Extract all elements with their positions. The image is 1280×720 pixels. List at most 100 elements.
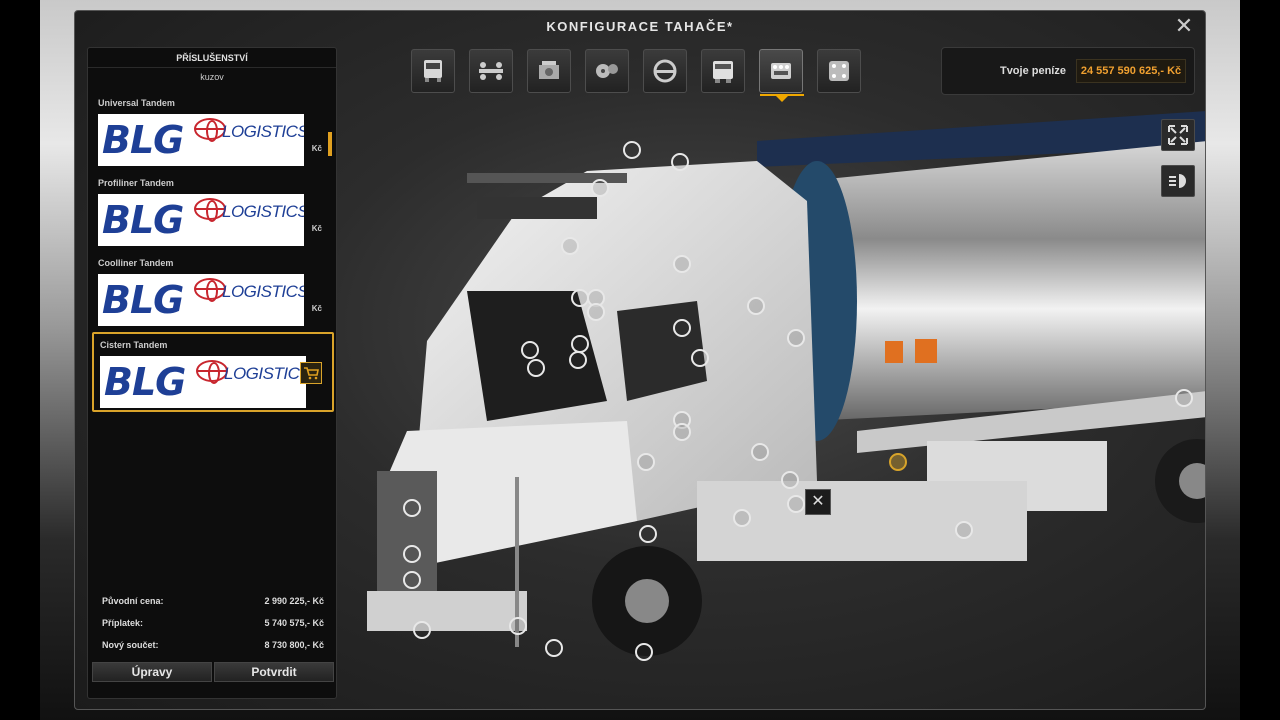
hotspot-bumper-1[interactable]: [413, 621, 431, 639]
item-name: Profiliner Tandem: [98, 178, 174, 188]
letterbox-left: [0, 0, 40, 720]
item-thumbnail: BLG LOGISTICS: [98, 274, 304, 326]
fullscreen-button[interactable]: [1161, 119, 1195, 151]
logo-main: BLG: [102, 198, 184, 242]
hotspot-roof-bar[interactable]: [591, 179, 609, 197]
remove-accessory-button[interactable]: ✕: [805, 489, 831, 515]
tool-chassis[interactable]: [469, 49, 513, 93]
list-item[interactable]: Profiliner Tandem BLG LOGISTICS Kč: [92, 172, 334, 252]
price-value: 5 740 575,- Kč: [264, 618, 324, 628]
logo-main: BLG: [102, 118, 184, 162]
cab-front-icon: [424, 60, 442, 82]
hotspot-windscreen-3[interactable]: [587, 303, 605, 321]
truck-render: [367, 111, 1205, 656]
hotspot-wheel[interactable]: [635, 643, 653, 661]
tool-interior-accessories[interactable]: [817, 49, 861, 93]
item-price: Kč: [311, 224, 322, 233]
hotspot-sunvisor[interactable]: [561, 237, 579, 255]
hotspot-wheel-arch[interactable]: [639, 525, 657, 543]
confirm-button[interactable]: Potvrdit: [214, 662, 334, 682]
edit-button[interactable]: Úpravy: [92, 662, 212, 682]
hotspot-chassis-2[interactable]: [733, 509, 751, 527]
tool-cabin-interior[interactable]: [643, 49, 687, 93]
money-panel: Tvoje peníze 24 557 590 625,- Kč: [941, 47, 1195, 95]
accessories-panel: PŘÍSLUŠENSTVÍ kuzov Universal Tandem BLG…: [87, 47, 337, 699]
price-label: Původní cena:: [102, 596, 164, 606]
tool-paint[interactable]: [701, 49, 745, 93]
list-item-selected[interactable]: Cistern Tandem BLG LOGISTICS: [92, 332, 334, 412]
hotspot-trailer-1[interactable]: [1175, 389, 1193, 407]
item-thumbnail: BLG LOGISTICS: [98, 194, 304, 246]
headlight-icon: [1169, 174, 1186, 188]
logo-sub: LOGISTICS: [222, 282, 304, 301]
logo-main: BLG: [102, 278, 184, 322]
tool-accessories[interactable]: [759, 49, 804, 102]
price-label: Příplatek:: [102, 618, 144, 628]
hotspot-chassis-1[interactable]: [787, 495, 805, 513]
hotspot-dash-4[interactable]: [527, 359, 545, 377]
chassis-icon: [479, 62, 503, 80]
hotspot-grille-2[interactable]: [403, 545, 421, 563]
logo-sub: LOGISTICS: [224, 364, 306, 383]
close-icon[interactable]: ✕: [1173, 15, 1195, 37]
price-value: 2 990 225,- Kč: [264, 596, 324, 606]
logo-sub: LOGISTICS: [222, 122, 304, 141]
price-summary: Původní cena: 2 990 225,- Kč Příplatek: …: [102, 590, 324, 656]
hotspot-grille-3[interactable]: [403, 571, 421, 589]
window-title: KONFIGURACE TAHAČE*: [546, 19, 734, 34]
interior-accessories-icon: [829, 61, 849, 81]
truck-config-window: KONFIGURACE TAHAČE* ✕ ✕ Tvoje peníze 24 …: [74, 10, 1206, 710]
engine-icon: [539, 61, 559, 79]
logo-main: BLG: [104, 360, 186, 404]
hotspot-roof-lights[interactable]: [623, 141, 641, 159]
hotspot-cab-top[interactable]: [673, 255, 691, 273]
cart-icon[interactable]: [300, 362, 322, 384]
hotspot-door[interactable]: [787, 329, 805, 347]
cabin-interior-icon: [653, 59, 677, 83]
item-name: Universal Tandem: [98, 98, 175, 108]
item-name: Coolliner Tandem: [98, 258, 174, 268]
item-thumbnail: BLG LOGISTICS: [100, 356, 306, 408]
list-item[interactable]: Universal Tandem BLG LOGISTICS Kč: [92, 92, 334, 172]
hotspot-grille-1[interactable]: [403, 499, 421, 517]
hotspot-dash-3[interactable]: [569, 351, 587, 369]
hotspot-bumper-2[interactable]: [509, 617, 527, 635]
tool-cab-front[interactable]: [411, 49, 455, 93]
truck-viewport[interactable]: ✕: [337, 101, 1205, 709]
tool-engine[interactable]: [527, 49, 571, 93]
fullscreen-icon: [1168, 125, 1188, 145]
paint-icon: [713, 61, 733, 83]
hotspot-lower-mirror-2[interactable]: [673, 423, 691, 441]
list-item[interactable]: Coolliner Tandem BLG LOGISTICS Kč: [92, 252, 334, 332]
hotspot-fifth-wheel[interactable]: [889, 453, 907, 471]
hotspot-hood[interactable]: [637, 453, 655, 471]
item-price: Kč: [311, 304, 322, 313]
hotspot-side-panel[interactable]: [747, 297, 765, 315]
hotspot-roof-center[interactable]: [671, 153, 689, 171]
accessories-icon: [771, 63, 791, 79]
accessory-list: Universal Tandem BLG LOGISTICS Kč Profil…: [92, 92, 334, 412]
hotspot-front-lower[interactable]: [545, 639, 563, 657]
hotspot-side-skirt[interactable]: [955, 521, 973, 539]
item-price: Kč: [311, 144, 322, 153]
item-name: Cistern Tandem: [100, 340, 168, 350]
letterbox-right: [1240, 0, 1280, 720]
item-thumbnail: BLG LOGISTICS: [98, 114, 304, 166]
hotspot-step[interactable]: [781, 471, 799, 489]
panel-buttons: Úpravy Potvrdit: [92, 662, 334, 682]
headlight-button[interactable]: [1161, 165, 1195, 197]
price-label: Nový součet:: [102, 640, 159, 650]
hotspot-cab-side[interactable]: [673, 319, 691, 337]
price-row-total: Nový součet: 8 730 800,- Kč: [102, 634, 324, 656]
logo-sub: LOGISTICS: [222, 202, 304, 221]
hotspot-dash-1[interactable]: [521, 341, 539, 359]
category-label: kuzov: [200, 72, 224, 82]
price-row-surcharge: Příplatek: 5 740 575,- Kč: [102, 612, 324, 634]
transmission-icon: [596, 64, 618, 78]
panel-title: PŘÍSLUŠENSTVÍ: [88, 48, 336, 68]
money-value: 24 557 590 625,- Kč: [1076, 59, 1186, 83]
hotspot-door-handle[interactable]: [751, 443, 769, 461]
price-row-original: Původní cena: 2 990 225,- Kč: [102, 590, 324, 612]
hotspot-mirror[interactable]: [691, 349, 709, 367]
tool-transmission[interactable]: [585, 49, 629, 93]
